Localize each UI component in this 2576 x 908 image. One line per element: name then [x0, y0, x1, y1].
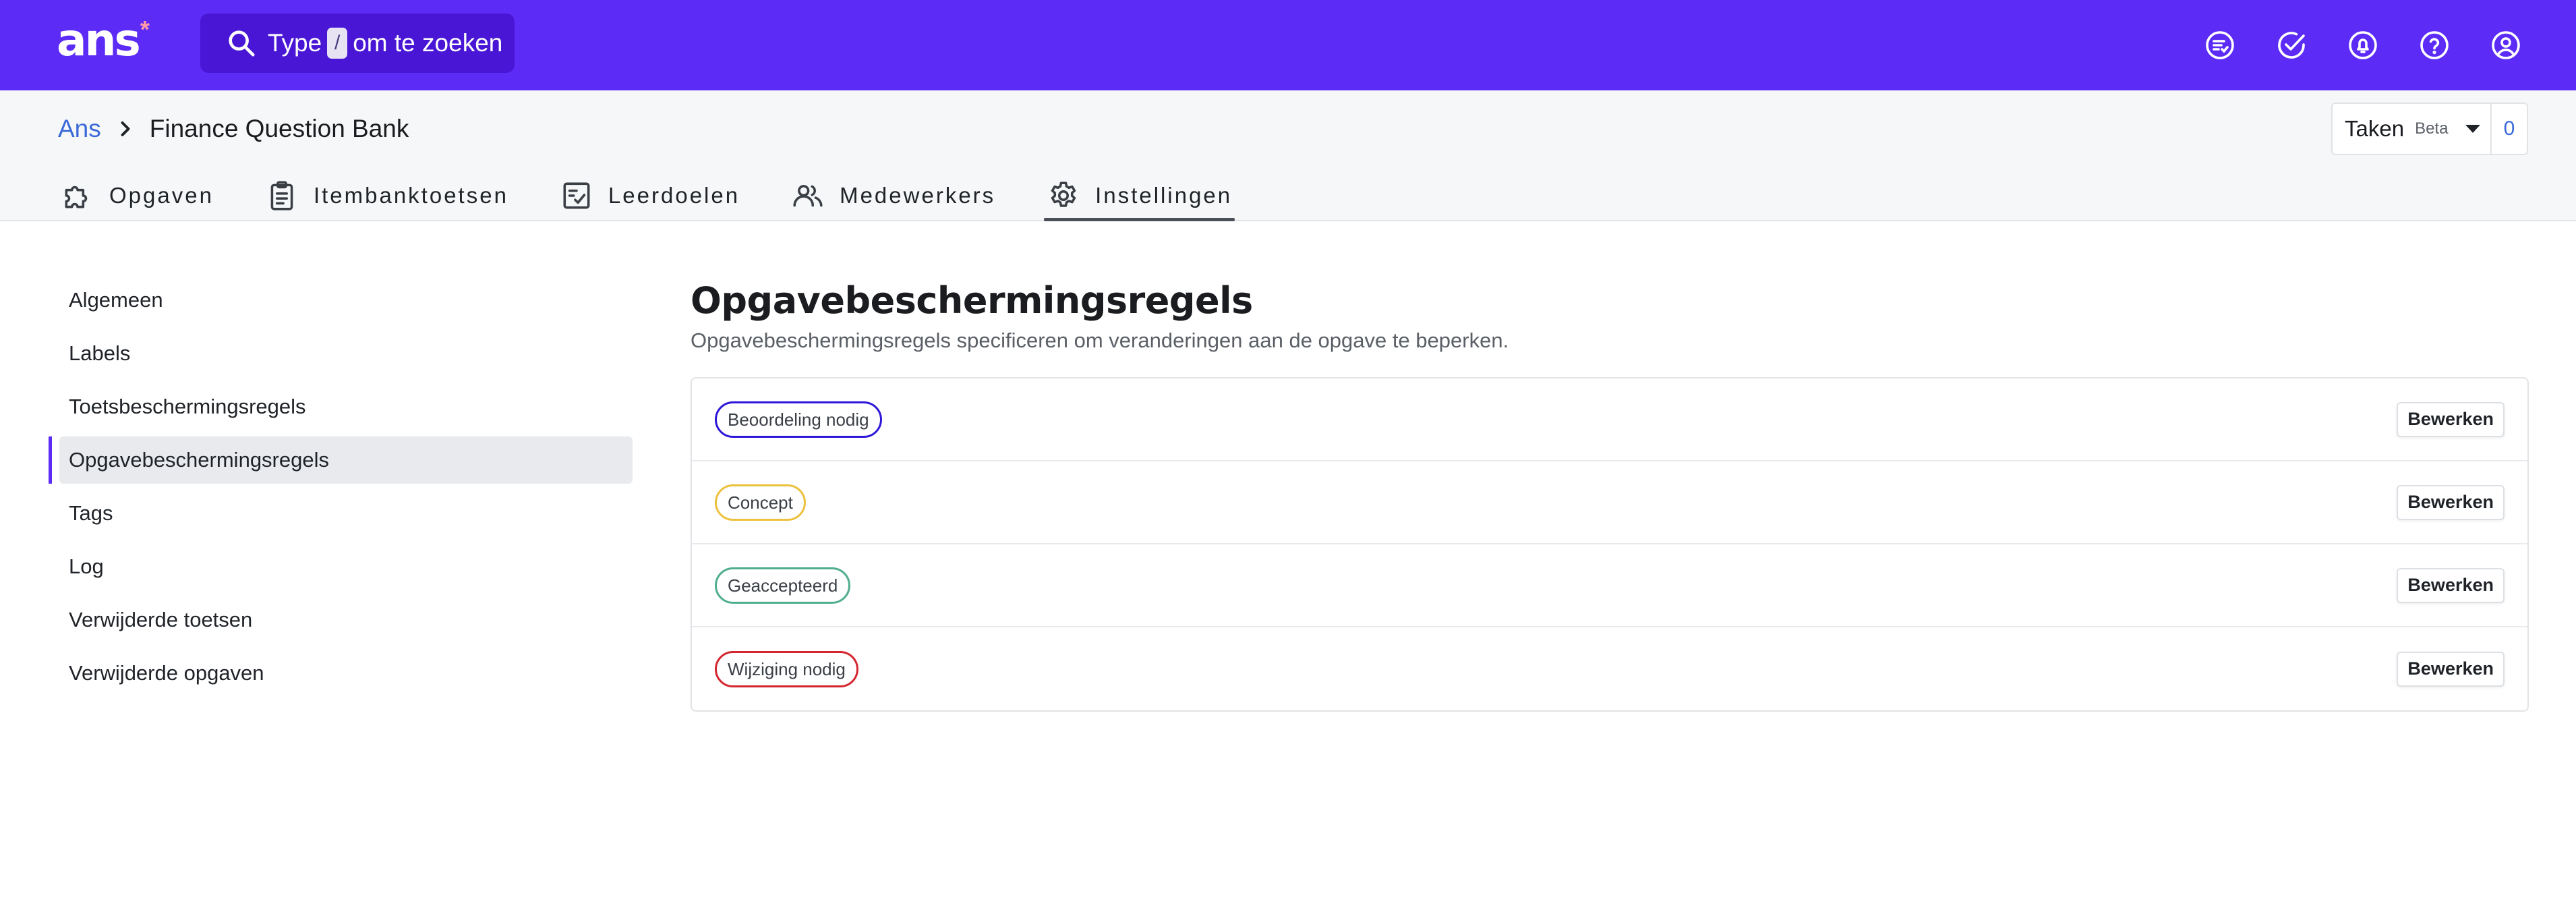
breadcrumb-current: Finance Question Bank — [149, 115, 409, 142]
sidebar-item-log[interactable]: Log — [49, 543, 633, 590]
main-content: Opgavebeschermingsregels Opgavebeschermi… — [691, 279, 2529, 712]
top-icon-group — [2204, 0, 2522, 90]
puzzle-icon — [65, 186, 88, 208]
edit-button[interactable]: Bewerken — [2397, 401, 2505, 437]
sub-header: Ans Finance Question Bank Taken Beta 0 O… — [0, 90, 2576, 221]
taken-dropdown: Taken Beta 0 — [2331, 103, 2528, 155]
sidebar-item-verwijderde-toetsen[interactable]: Verwijderde toetsen — [49, 596, 633, 644]
sidebar-item-tags[interactable]: Tags — [49, 490, 633, 537]
tab-medewerkers[interactable]: Medewerkers — [788, 170, 998, 221]
help-icon[interactable] — [2418, 29, 2451, 61]
search-placeholder: Type / om te zoeken — [268, 28, 502, 59]
bell-icon[interactable] — [2347, 29, 2379, 61]
list-item: Geaccepteerd Bewerken — [692, 544, 2527, 627]
sidebar-item-algemeen[interactable]: Algemeen — [49, 277, 633, 324]
users-icon — [793, 185, 823, 207]
search-box[interactable]: Type / om te zoeken — [200, 13, 515, 73]
list-item: Wijziging nodig Bewerken — [692, 627, 2527, 710]
status-badge: Beoordeling nodig — [715, 401, 882, 438]
taken-dropdown-button[interactable]: Taken Beta — [2333, 104, 2492, 154]
tasks-list-icon[interactable] — [2204, 29, 2236, 61]
user-icon[interactable] — [2490, 29, 2522, 61]
logo-star: * — [140, 16, 150, 43]
logo-text: ans — [57, 14, 141, 66]
taken-label: Taken — [2345, 116, 2405, 141]
page-title: Opgavebeschermingsregels — [691, 279, 1253, 322]
clipboard-icon — [270, 181, 293, 210]
tab-label: Opgaven — [109, 183, 214, 208]
tab-label: Medewerkers — [840, 183, 996, 208]
check-circle-icon[interactable] — [2275, 29, 2308, 61]
sidebar-item-labels[interactable]: Labels — [49, 330, 633, 377]
page-description: Opgavebeschermingsregels specificeren om… — [691, 329, 1509, 352]
settings-sidebar: Algemeen Labels Toetsbeschermingsregels … — [49, 277, 633, 703]
list-item: Concept Bewerken — [692, 461, 2527, 544]
taken-count[interactable]: 0 — [2492, 117, 2527, 140]
tab-instellingen[interactable]: Instellingen — [1044, 170, 1235, 221]
sidebar-item-verwijderde-opgaven[interactable]: Verwijderde opgaven — [49, 650, 633, 697]
search-suffix: om te zoeken — [353, 29, 503, 57]
tab-opgaven[interactable]: Opgaven — [58, 170, 216, 221]
sidebar-item-opgavebeschermingsregels[interactable]: Opgavebeschermingsregels — [49, 436, 633, 484]
top-bar: ans * Type / om te zoeken — [0, 0, 2576, 90]
breadcrumb-root-link[interactable]: Ans — [58, 115, 101, 143]
tab-label: Leerdoelen — [608, 183, 740, 208]
sidebar-item-toetsbeschermingsregels[interactable]: Toetsbeschermingsregels — [49, 383, 633, 430]
gear-icon — [1051, 181, 1076, 207]
search-prefix: Type — [268, 29, 322, 57]
status-badge: Concept — [715, 484, 806, 521]
tab-leerdoelen[interactable]: Leerdoelen — [557, 170, 742, 221]
caret-down-icon — [2465, 125, 2481, 133]
status-badge: Geaccepteerd — [715, 567, 851, 604]
tab-itembanktoetsen[interactable]: Itembanktoetsen — [262, 170, 511, 221]
main-tabs: Opgaven Itembanktoetsen Leerdoelen Medew… — [58, 170, 1281, 221]
search-icon — [229, 30, 255, 57]
chevron-right-icon — [121, 121, 130, 136]
checklist-icon — [563, 182, 590, 209]
search-shortcut-key: / — [327, 28, 348, 59]
edit-button[interactable]: Bewerken — [2397, 567, 2505, 603]
tab-label: Instellingen — [1095, 183, 1233, 208]
list-item: Beoordeling nodig Bewerken — [692, 378, 2527, 461]
taken-beta-badge: Beta — [2415, 119, 2449, 138]
edit-button[interactable]: Bewerken — [2397, 651, 2505, 687]
rules-list: Beoordeling nodig Bewerken Concept Bewer… — [691, 377, 2529, 712]
ans-logo[interactable]: ans * — [57, 15, 150, 66]
edit-button[interactable]: Bewerken — [2397, 484, 2505, 520]
breadcrumb: Ans Finance Question Bank — [58, 115, 409, 143]
status-badge: Wijziging nodig — [715, 650, 858, 687]
tab-label: Itembanktoetsen — [313, 183, 508, 208]
